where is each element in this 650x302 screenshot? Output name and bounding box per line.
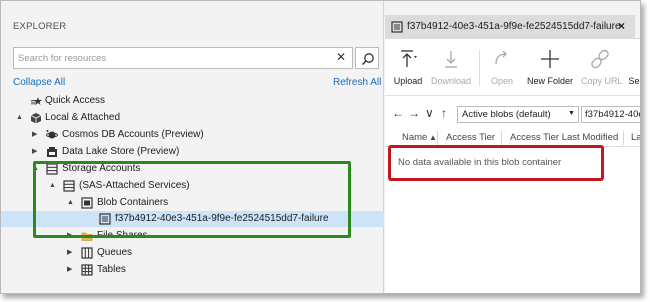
new-folder-label: New Folder [527,76,574,86]
queue-icon [81,247,93,259]
select-icon [627,48,640,70]
plus-icon [541,50,559,68]
back-arrow-icon[interactable]: ← [392,106,404,120]
tree-item-local-attached[interactable]: ▲ Local & Attached [1,110,384,126]
expand-arrow-icon[interactable]: ▶ [67,245,72,261]
green-highlight-box [33,161,351,238]
tree-item-data-lake[interactable]: ▶ Data Lake Store (Preview) [1,144,384,160]
column-header-access-tier-last-modified[interactable]: Access Tier Last Modified [510,132,618,143]
select-button[interactable]: Se [627,48,640,92]
storage-explorer-window: EXPLORER ✕ Collapse All Refresh All ≡ Qu… [0,0,641,294]
tab-bar: f37b4912-40e3-451a-9f9e-fe2524515dd7-fai… [385,1,640,39]
column-divider[interactable] [623,131,624,145]
column-header-name[interactable]: Name [402,132,427,143]
close-icon[interactable]: × [618,19,625,33]
search-button[interactable] [355,47,379,69]
cube-icon [30,113,42,124]
toolbar: Upload Download Open New Folder Copy URL… [385,40,640,96]
path-value: f37b4912-40e [585,109,641,120]
tree-item-label: Tables [97,264,126,275]
column-divider[interactable] [501,131,502,145]
chevron-down-icon[interactable]: ∨ [425,106,434,120]
blob-view-dropdown[interactable]: Active blobs (default) ▼ [457,106,579,123]
expand-arrow-icon[interactable]: ▶ [67,262,72,278]
tree-item-label: Data Lake Store (Preview) [62,146,180,157]
explorer-pane: EXPLORER ✕ Collapse All Refresh All ≡ Qu… [1,1,384,293]
close-icon[interactable]: ✕ [336,50,346,64]
open-label: Open [490,76,514,86]
tree-item-label: Local & Attached [45,112,121,123]
tree-item-label: Queues [97,247,133,258]
quick-access-icon: ≡ [30,97,42,107]
tab-title: f37b4912-40e3-451a-9f9e-fe2524515dd7-fai… [407,21,621,32]
table-icon [81,264,93,276]
expand-arrow-icon[interactable]: ▲ [16,110,23,126]
tree-item-quick-access[interactable]: ≡ Quick Access [1,93,384,109]
open-icon [495,50,507,65]
column-header-access-tier[interactable]: Access Tier [446,132,495,143]
expand-arrow-icon[interactable]: ▶ [32,144,37,160]
select-label: Se [628,76,640,86]
tab-container-failure[interactable]: f37b4912-40e3-451a-9f9e-fe2524515dd7-fai… [385,15,635,39]
explorer-title: EXPLORER [13,21,67,32]
tree-item-cosmos-db[interactable]: ▶ Cosmos DB Accounts (Preview) [1,127,384,143]
dropdown-selected-value: Active blobs (default) [462,109,551,120]
tree-item-queues[interactable]: ▶ Queues [1,245,384,261]
cosmos-db-icon [46,130,58,139]
upload-label: Upload [393,76,423,86]
search-row: ✕ [13,47,379,69]
search-input[interactable] [13,47,353,69]
search-icon [361,53,374,66]
upload-icon [401,50,417,67]
sort-ascending-icon[interactable]: ▲ [429,133,437,142]
toolbar-divider [479,50,480,86]
container-icon [391,21,403,33]
download-icon [445,51,457,68]
dropdown-arrow-icon: ▼ [568,110,575,117]
upload-button[interactable]: Upload [393,48,423,92]
red-highlight-box [388,145,604,181]
data-lake-icon [47,147,57,157]
expand-arrow-icon[interactable]: ▶ [32,127,37,143]
tree-item-label: Quick Access [45,95,106,106]
refresh-all-link[interactable]: Refresh All [333,77,381,88]
collapse-all-link[interactable]: Collapse All [13,77,65,88]
column-divider[interactable] [437,131,438,145]
up-arrow-icon[interactable]: ↑ [441,106,447,120]
forward-arrow-icon[interactable]: → [408,106,420,120]
tree-item-label: Cosmos DB Accounts (Preview) [62,129,204,140]
open-button[interactable]: Open [487,48,517,92]
navigation-bar: ← → ∨ ↑ Active blobs (default) ▼ f37b491… [385,103,641,125]
link-icon [591,49,609,69]
copy-url-button[interactable]: Copy URL [581,48,623,92]
copy-url-label: Copy URL [581,76,623,86]
new-folder-button[interactable]: New Folder [527,48,573,92]
download-label: Download [431,76,472,86]
download-button[interactable]: Download [431,48,471,92]
column-header-last[interactable]: La [631,132,640,143]
tree-item-tables[interactable]: ▶ Tables [1,262,384,278]
path-input[interactable]: f37b4912-40e [581,106,641,123]
